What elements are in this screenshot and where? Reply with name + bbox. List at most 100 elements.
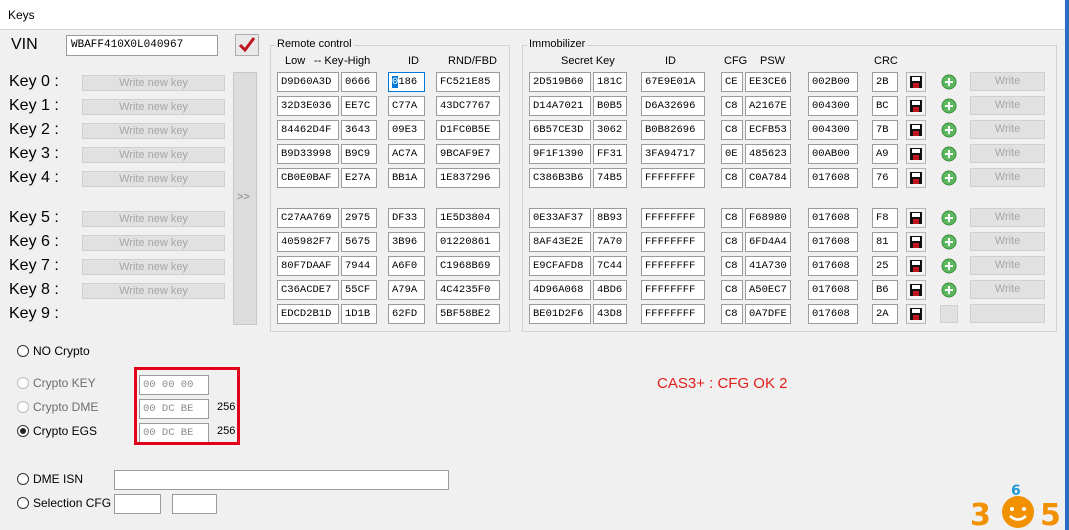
- immo-cell[interactable]: 0E: [721, 144, 743, 164]
- immo-cell[interactable]: FFFFFFFF: [641, 256, 705, 276]
- immo-cell[interactable]: 002B00: [808, 72, 858, 92]
- immo-cell[interactable]: B0B5: [593, 96, 627, 116]
- immo-cell[interactable]: EE3CE6: [745, 72, 791, 92]
- remote-cell[interactable]: 5675: [341, 232, 377, 252]
- write-key-button[interactable]: [970, 304, 1045, 323]
- save-key-button[interactable]: [906, 120, 926, 140]
- remote-cell[interactable]: D1FC0B5E: [436, 120, 500, 140]
- immo-cell[interactable]: C8: [721, 256, 743, 276]
- dme-isn-field[interactable]: [114, 470, 449, 490]
- remote-cell[interactable]: 7944: [341, 256, 377, 276]
- immo-cell[interactable]: A9: [872, 144, 898, 164]
- immo-cell[interactable]: C0A784: [745, 168, 791, 188]
- immo-cell[interactable]: 181C: [593, 72, 627, 92]
- crypto-dme-radio[interactable]: [17, 401, 29, 413]
- remote-cell[interactable]: C77A: [388, 96, 425, 116]
- write-new-key-2-button[interactable]: Write new key: [82, 123, 225, 139]
- remote-cell[interactable]: C1968B69: [436, 256, 500, 276]
- remote-cell[interactable]: 405982F7: [277, 232, 339, 252]
- remote-cell[interactable]: 5BF58BE2: [436, 304, 500, 324]
- immo-cell[interactable]: C8: [721, 232, 743, 252]
- immo-cell[interactable]: F8: [872, 208, 898, 228]
- write-key-button[interactable]: Write: [970, 256, 1045, 275]
- write-key-button[interactable]: Write: [970, 144, 1045, 163]
- immo-cell[interactable]: 7C44: [593, 256, 627, 276]
- immo-cell[interactable]: 017608: [808, 232, 858, 252]
- add-key-icon[interactable]: [940, 73, 958, 91]
- immo-cell[interactable]: 2A: [872, 304, 898, 324]
- immo-cell[interactable]: ECFB53: [745, 120, 791, 140]
- immo-cell[interactable]: 00AB00: [808, 144, 858, 164]
- no-crypto-radio[interactable]: [17, 345, 29, 357]
- immo-cell[interactable]: 017608: [808, 304, 858, 324]
- immo-cell[interactable]: B6: [872, 280, 898, 300]
- immo-cell[interactable]: FFFFFFFF: [641, 232, 705, 252]
- immo-cell[interactable]: 485623: [745, 144, 791, 164]
- immo-cell[interactable]: 017608: [808, 168, 858, 188]
- immo-cell[interactable]: 4D96A068: [529, 280, 591, 300]
- save-key-button[interactable]: [906, 72, 926, 92]
- immo-cell[interactable]: FFFFFFFF: [641, 208, 705, 228]
- remote-cell[interactable]: EDCD2B1D: [277, 304, 339, 324]
- immo-cell[interactable]: A2167E: [745, 96, 791, 116]
- add-key-icon[interactable]: [940, 233, 958, 251]
- remote-cell[interactable]: 84462D4F: [277, 120, 339, 140]
- save-key-button[interactable]: [906, 256, 926, 276]
- immo-cell[interactable]: C8: [721, 120, 743, 140]
- crypto-key-radio[interactable]: [17, 377, 29, 389]
- remote-cell[interactable]: A6F0: [388, 256, 425, 276]
- remote-cell[interactable]: 9BCAF9E7: [436, 144, 500, 164]
- remote-cell[interactable]: 62FD: [388, 304, 425, 324]
- immo-cell[interactable]: 8AF43E2E: [529, 232, 591, 252]
- vin-confirm-button[interactable]: [235, 34, 259, 56]
- immo-cell[interactable]: 2B: [872, 72, 898, 92]
- immo-cell[interactable]: 3FA94717: [641, 144, 705, 164]
- immo-cell[interactable]: FFFFFFFF: [641, 304, 705, 324]
- remote-cell[interactable]: 3643: [341, 120, 377, 140]
- write-new-key-5-button[interactable]: Write new key: [82, 211, 225, 227]
- immo-cell[interactable]: FFFFFFFF: [641, 280, 705, 300]
- immo-cell[interactable]: BC: [872, 96, 898, 116]
- immo-cell[interactable]: BE01D2F6: [529, 304, 591, 324]
- write-key-button[interactable]: Write: [970, 72, 1045, 91]
- transfer-button[interactable]: >>: [233, 72, 257, 325]
- immo-cell[interactable]: E9CFAFD8: [529, 256, 591, 276]
- remote-cell[interactable]: AC7A: [388, 144, 425, 164]
- remote-cell[interactable]: EE7C: [341, 96, 377, 116]
- immo-cell[interactable]: 43D8: [593, 304, 627, 324]
- crypto-egs-radio[interactable]: [17, 425, 29, 437]
- immo-cell[interactable]: 67E9E01A: [641, 72, 705, 92]
- immo-cell[interactable]: 76: [872, 168, 898, 188]
- immo-cell[interactable]: 9F1F1390: [529, 144, 591, 164]
- save-key-button[interactable]: [906, 208, 926, 228]
- immo-cell[interactable]: 74B5: [593, 168, 627, 188]
- immo-cell[interactable]: A50EC7: [745, 280, 791, 300]
- immo-cell[interactable]: 2D519B60: [529, 72, 591, 92]
- add-key-icon[interactable]: [940, 281, 958, 299]
- immo-cell[interactable]: 4BD6: [593, 280, 627, 300]
- immo-cell[interactable]: 7A70: [593, 232, 627, 252]
- remote-cell[interactable]: C36ACDE7: [277, 280, 339, 300]
- remote-cell[interactable]: E27A: [341, 168, 377, 188]
- write-key-button[interactable]: Write: [970, 232, 1045, 251]
- immo-cell[interactable]: 004300: [808, 96, 858, 116]
- remote-cell[interactable]: 80F7DAAF: [277, 256, 339, 276]
- immo-cell[interactable]: 3062: [593, 120, 627, 140]
- save-key-button[interactable]: [906, 96, 926, 116]
- immo-cell[interactable]: 25: [872, 256, 898, 276]
- immo-cell[interactable]: B0B82696: [641, 120, 705, 140]
- add-key-icon[interactable]: [940, 97, 958, 115]
- remote-cell[interactable]: D9D60A3D: [277, 72, 339, 92]
- immo-cell[interactable]: 0E33AF37: [529, 208, 591, 228]
- vin-field[interactable]: WBAFF410X0L040967: [66, 35, 218, 56]
- write-new-key-6-button[interactable]: Write new key: [82, 235, 225, 251]
- write-key-button[interactable]: Write: [970, 120, 1045, 139]
- selection-cfg-radio[interactable]: [17, 497, 29, 509]
- immo-cell[interactable]: C8: [721, 208, 743, 228]
- save-key-button[interactable]: [906, 168, 926, 188]
- immo-cell[interactable]: FF31: [593, 144, 627, 164]
- immo-cell[interactable]: 004300: [808, 120, 858, 140]
- add-key-icon[interactable]: [940, 121, 958, 139]
- save-key-button[interactable]: [906, 232, 926, 252]
- immo-cell[interactable]: F68980: [745, 208, 791, 228]
